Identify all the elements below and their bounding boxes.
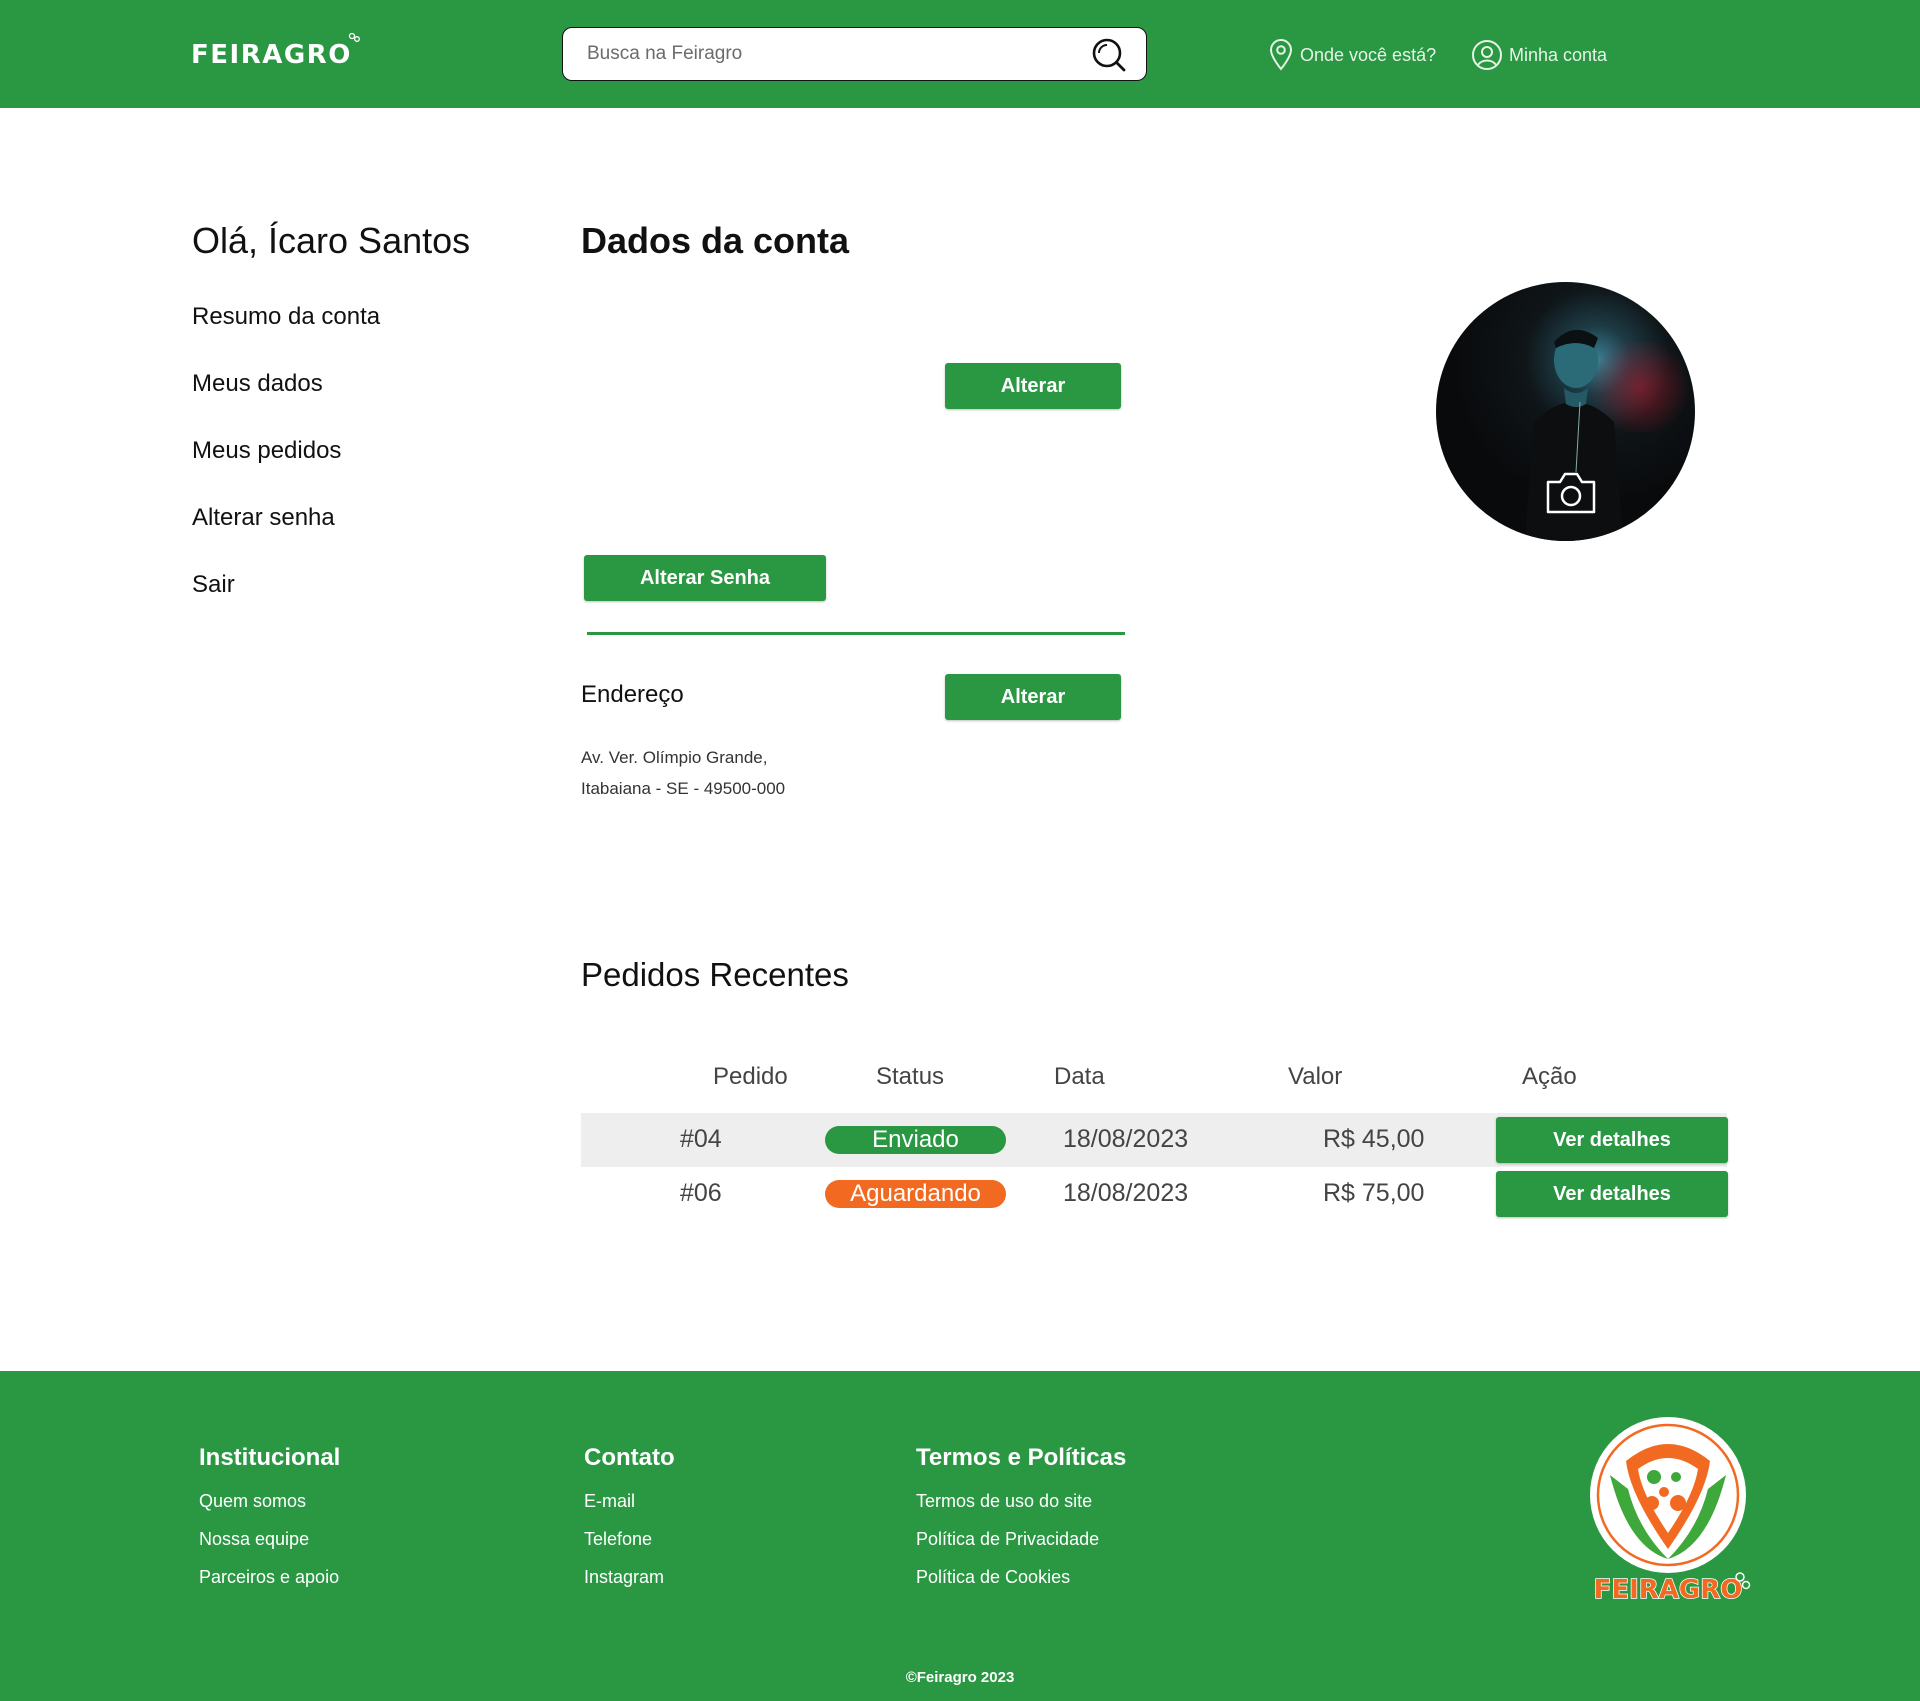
footer-title-termos: Termos e Políticas xyxy=(916,1444,1127,1471)
sidebar-item-resumo[interactable]: Resumo da conta xyxy=(192,303,380,331)
footer-link-privacidade[interactable]: Política de Privacidade xyxy=(916,1529,1099,1550)
search-input[interactable] xyxy=(587,38,1067,70)
column-header-valor: Valor xyxy=(1288,1063,1343,1090)
order-date: 18/08/2023 xyxy=(1063,1179,1189,1207)
address-line-1: Av. Ver. Olímpio Grande, xyxy=(581,748,768,767)
alter-address-button[interactable]: Alterar xyxy=(945,674,1121,720)
location-link[interactable]: Onde você está? xyxy=(1268,38,1436,72)
status-badge: Aguardando xyxy=(825,1180,1006,1208)
avatar[interactable] xyxy=(1436,282,1695,541)
footer: Institucional Quem somos Nossa equipe Pa… xyxy=(0,1371,1920,1701)
address-line-2: Itabaiana - SE - 49500-000 xyxy=(581,779,786,798)
table-row: #06 Aguardando 18/08/2023 R$ 75,00 Ver d… xyxy=(581,1167,1728,1221)
recent-orders-title: Pedidos Recentes xyxy=(581,956,849,993)
copyright: ©Feiragro 2023 xyxy=(905,1669,1015,1686)
order-value: R$ 45,00 xyxy=(1323,1125,1425,1153)
order-value: R$ 75,00 xyxy=(1323,1179,1425,1207)
view-details-button[interactable]: Ver detalhes xyxy=(1496,1171,1728,1217)
section-divider xyxy=(587,632,1125,635)
sidebar-item-meus-dados[interactable]: Meus dados xyxy=(192,370,323,398)
header-logo[interactable]: FEIRAGRO xyxy=(191,32,360,70)
sidebar-item-meus-pedidos[interactable]: Meus pedidos xyxy=(192,437,341,465)
column-header-status: Status xyxy=(876,1063,945,1090)
footer-title-contato: Contato xyxy=(584,1444,675,1471)
page-title: Dados da conta xyxy=(581,220,850,261)
footer-logo-text: FEIRAGRO xyxy=(1594,1575,1743,1605)
camera-icon[interactable] xyxy=(1544,468,1598,516)
account-link[interactable]: Minha conta xyxy=(1471,38,1607,72)
footer-link-cookies[interactable]: Política de Cookies xyxy=(916,1567,1070,1588)
order-id: #04 xyxy=(680,1125,722,1153)
search-icon[interactable] xyxy=(1090,36,1128,74)
location-label: Onde você está? xyxy=(1300,44,1437,65)
footer-logo: FEIRAGRO xyxy=(1590,1417,1751,1606)
column-header-acao: Ação xyxy=(1522,1063,1577,1090)
account-label: Minha conta xyxy=(1509,44,1608,65)
logo-dots-icon xyxy=(348,32,360,42)
alter-password-button[interactable]: Alterar Senha xyxy=(584,555,826,601)
footer-link-instagram[interactable]: Instagram xyxy=(584,1567,664,1588)
order-id: #06 xyxy=(680,1179,722,1207)
status-badge: Enviado xyxy=(825,1126,1006,1154)
footer-link-telefone[interactable]: Telefone xyxy=(584,1529,652,1550)
search-box xyxy=(562,27,1147,81)
column-header-data: Data xyxy=(1054,1063,1105,1090)
sidebar-item-sair[interactable]: Sair xyxy=(192,571,235,599)
address-label: Endereço xyxy=(581,681,684,708)
header: FEIRAGRO Onde você está? Minha conta xyxy=(0,0,1920,108)
table-row: #04 Enviado 18/08/2023 R$ 45,00 Ver deta… xyxy=(581,1113,1728,1167)
footer-link-termos-uso[interactable]: Termos de uso do site xyxy=(916,1491,1092,1512)
alter-data-button[interactable]: Alterar xyxy=(945,363,1121,409)
view-details-button[interactable]: Ver detalhes xyxy=(1496,1117,1728,1163)
column-header-pedido: Pedido xyxy=(713,1063,788,1090)
order-date: 18/08/2023 xyxy=(1063,1125,1189,1153)
greeting: Olá, Ícaro Santos xyxy=(192,220,471,261)
footer-link-email[interactable]: E-mail xyxy=(584,1491,635,1512)
footer-link-parceiros[interactable]: Parceiros e apoio xyxy=(199,1567,339,1588)
footer-link-nossa-equipe[interactable]: Nossa equipe xyxy=(199,1529,309,1550)
location-pin-icon xyxy=(1269,39,1293,71)
footer-link-quem-somos[interactable]: Quem somos xyxy=(199,1491,306,1512)
user-icon xyxy=(1472,40,1502,70)
footer-title-institucional: Institucional xyxy=(199,1444,341,1471)
logo-text: FEIRAGRO xyxy=(191,40,352,70)
sidebar-item-alterar-senha[interactable]: Alterar senha xyxy=(192,504,335,532)
